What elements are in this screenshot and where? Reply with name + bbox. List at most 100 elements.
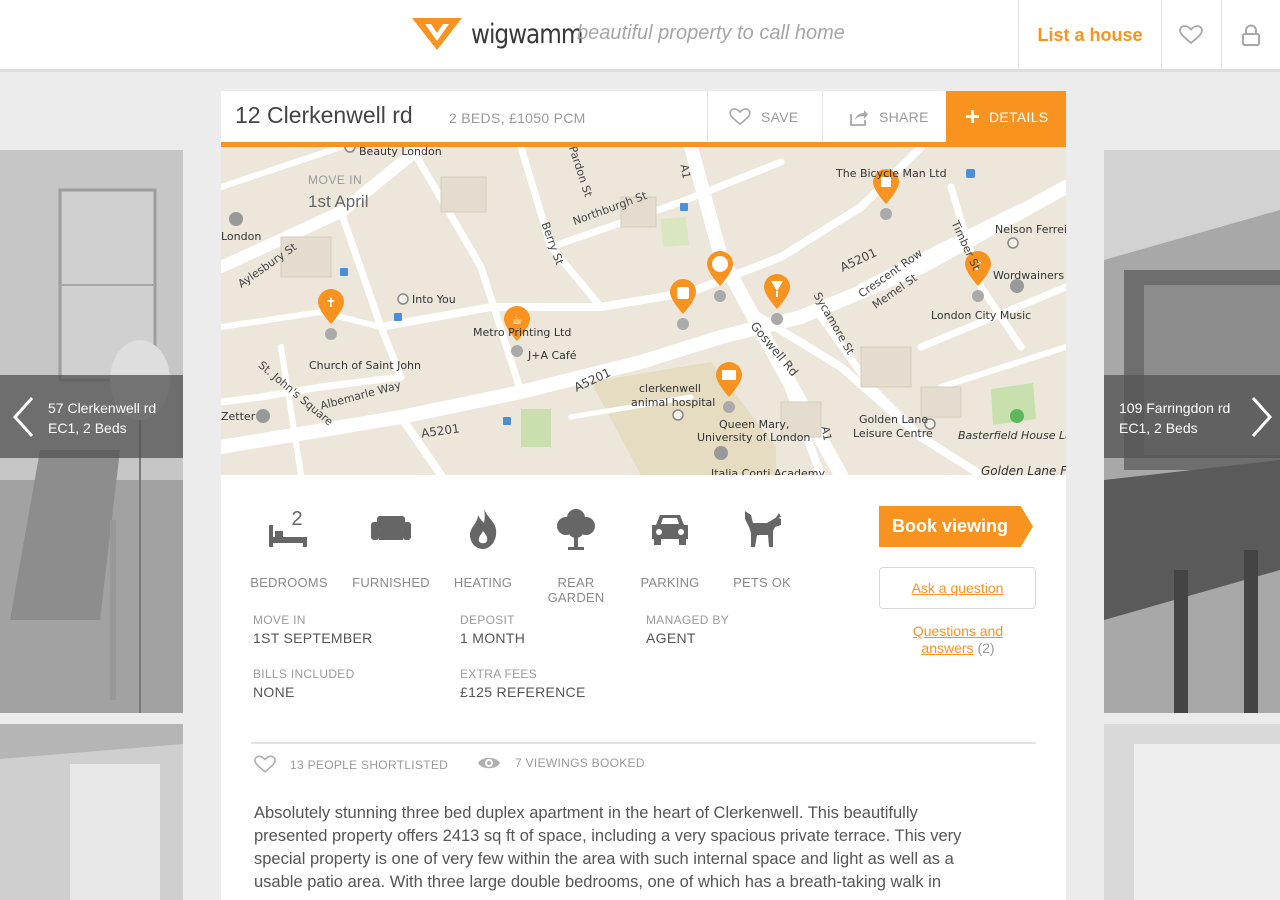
tree-icon	[557, 509, 595, 550]
questions-answers-link[interactable]: Questions and answers (2)	[891, 623, 1025, 657]
feature-bedrooms: 2 BEDROOMS	[244, 505, 334, 590]
book-viewing-button[interactable]: Book viewing	[879, 506, 1033, 547]
heart-icon	[1179, 25, 1203, 45]
shortlisted-count: 13 PEOPLE SHORTLISTED	[290, 757, 449, 772]
interior-photo	[0, 724, 183, 900]
map-place-label: Italia Conti Academy	[711, 467, 825, 475]
brand-name: wigwamm	[471, 18, 583, 50]
feature-pets: PETS OK	[717, 505, 807, 590]
lock-icon	[1242, 24, 1260, 46]
feature-label: PARKING	[640, 575, 700, 590]
info-value: NONE	[253, 684, 295, 700]
listing-title-bar: 12 Clerkenwell rd 2 BEDS, £1050 PCM SAVE…	[221, 91, 1066, 147]
listing-photo[interactable]	[0, 724, 183, 900]
feature-label: HEATING	[453, 575, 513, 590]
next-listing-meta: EC1, 2 Beds	[1119, 420, 1198, 436]
chevron-left-icon	[12, 396, 34, 438]
interior-photo	[1104, 724, 1280, 900]
map-place-label: Metro Printing Ltd	[473, 326, 572, 339]
map-place-label: Golden Lane Fi	[981, 464, 1066, 475]
bed-icon: 2	[269, 509, 307, 547]
map-move-in-value: 1st April	[308, 192, 369, 211]
info-label: MOVE IN	[253, 613, 306, 627]
info-move-in: MOVE IN 1ST SEPTEMBER	[253, 613, 373, 646]
next-listing-nav[interactable]: 109 Farringdon rd EC1, 2 Beds	[1104, 375, 1280, 458]
logo-icon	[412, 18, 462, 50]
listing-summary: 2 BEDS, £1050 PCM	[449, 110, 586, 126]
share-button[interactable]: SHARE	[822, 91, 946, 142]
shortlist-button[interactable]	[1162, 0, 1220, 70]
info-managed-by: MANAGED BY AGENT	[646, 613, 729, 646]
bedroom-count: 2	[291, 509, 302, 530]
plus-icon	[966, 110, 979, 123]
info-label: MANAGED BY	[646, 613, 730, 627]
property-description: Absolutely stunning three bed duplex apa…	[254, 804, 962, 891]
map-place-label: Queen Mary,	[719, 418, 790, 431]
map-place-label: Church of Saint John	[309, 359, 421, 372]
heart-icon	[254, 755, 276, 773]
next-listing-address: 109 Farringdon rd	[1119, 400, 1231, 416]
feature-label: BEDROOMS	[250, 575, 328, 590]
list-house-button[interactable]: List a house	[1019, 0, 1161, 70]
armchair-icon	[371, 516, 411, 540]
login-button[interactable]	[1222, 0, 1280, 70]
save-label: SAVE	[761, 108, 799, 125]
map-street-label: A1	[818, 425, 834, 442]
heart-icon	[729, 107, 751, 125]
ask-question-button[interactable]: Ask a question	[879, 567, 1036, 609]
map-place-label: London	[221, 230, 262, 243]
brand-logo[interactable]: wigwamm	[412, 17, 601, 51]
previous-listing-address: 57 Clerkenwell rd	[48, 400, 157, 416]
map-place-label: University of London	[697, 431, 811, 444]
feature-label: FURNISHED	[352, 575, 430, 590]
listing-card: 12 Clerkenwell rd 2 BEDS, £1050 PCM SAVE…	[221, 91, 1066, 900]
feature-label: PETS OK	[733, 575, 791, 590]
listing-photo[interactable]	[1104, 724, 1280, 900]
map-place-label: Zetter	[221, 410, 256, 423]
info-value: AGENT	[646, 630, 696, 646]
share-icon	[850, 109, 868, 126]
svg-text:✝: ✝	[326, 296, 337, 311]
info-deposit: DEPOSIT 1 MONTH	[460, 613, 525, 646]
feature-label: REAR GARDEN	[547, 575, 605, 605]
listing-address: 12 Clerkenwell rd	[235, 102, 413, 128]
top-header: wigwamm beautiful property to call home …	[0, 0, 1280, 72]
previous-listing-nav[interactable]: 57 Clerkenwell rd EC1, 2 Beds	[0, 375, 183, 458]
feature-furnished: FURNISHED	[346, 505, 436, 590]
save-button[interactable]: SAVE	[707, 91, 822, 142]
svg-text:☕: ☕	[512, 313, 523, 327]
info-label: EXTRA FEES	[460, 667, 538, 681]
info-extra-fees: EXTRA FEES £125 REFERENCE	[460, 667, 586, 700]
info-value: £125 REFERENCE	[460, 684, 586, 700]
map-place-label: J+A Café	[528, 349, 577, 362]
map-place-label: Wordwainers	[993, 269, 1065, 282]
info-bills: BILLS INCLUDED NONE	[253, 667, 355, 700]
info-label: DEPOSIT	[460, 613, 515, 627]
map-place-label: The Bicycle Man Ltd	[836, 167, 947, 180]
car-icon	[652, 515, 688, 545]
map-move-in-label: MOVE IN	[308, 173, 363, 187]
map-place-label: Beauty London	[359, 147, 442, 158]
details-label: DETAILS	[989, 108, 1049, 125]
share-label: SHARE	[879, 108, 929, 125]
info-label: BILLS INCLUDED	[253, 667, 355, 681]
flame-icon	[470, 509, 497, 549]
qa-count: (2)	[977, 640, 995, 656]
details-button[interactable]: DETAILS	[946, 91, 1066, 142]
map-place-label: Leisure Centre	[853, 427, 933, 440]
feature-garden: REAR GARDEN	[531, 505, 621, 605]
shortlisted-stat: 13 PEOPLE SHORTLISTED	[254, 755, 448, 774]
feature-heating: HEATING	[438, 505, 528, 590]
info-value: 1ST SEPTEMBER	[253, 630, 373, 646]
viewings-stat: 7 VIEWINGS BOOKED	[477, 755, 645, 771]
previous-listing-meta: EC1, 2 Beds	[48, 420, 127, 436]
viewings-count: 7 VIEWINGS BOOKED	[515, 756, 645, 770]
map-place-label: clerkenwell	[639, 382, 701, 395]
tagline: beautiful property to call home	[577, 22, 845, 44]
dog-icon	[745, 511, 781, 547]
map-place-label: animal hospital	[631, 396, 716, 409]
map-place-label: London City Music	[931, 309, 1032, 322]
eye-icon	[478, 757, 500, 769]
location-map[interactable]: ✝ ☕ ♪ MOVE IN 1st April Beauty London Th…	[221, 147, 1066, 475]
map-street-label: A1	[677, 163, 693, 180]
